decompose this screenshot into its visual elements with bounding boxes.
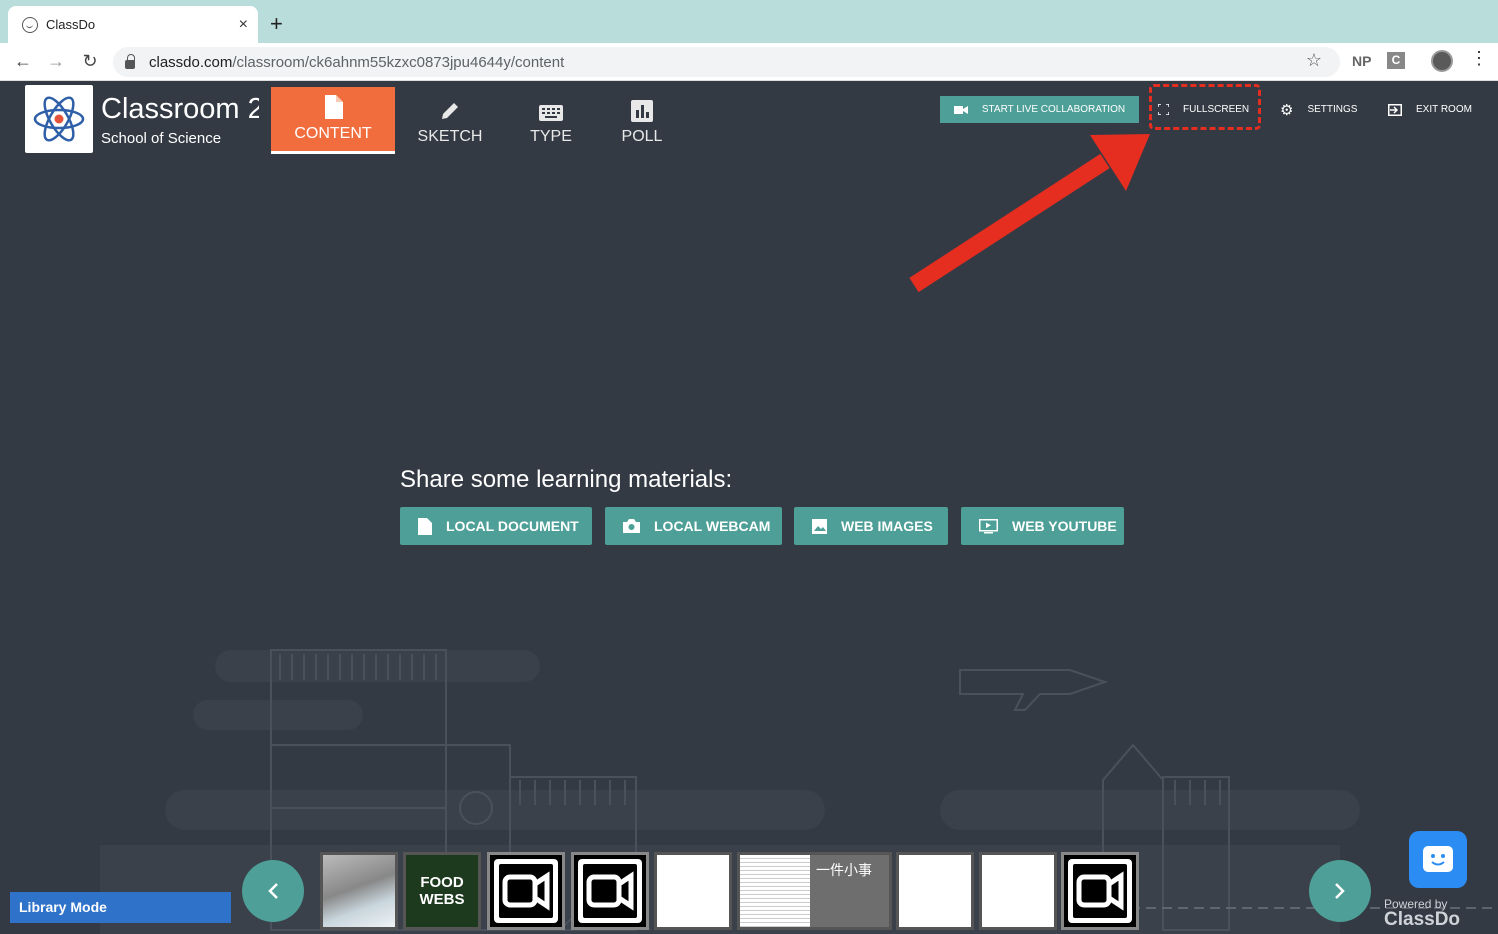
next-button[interactable] (1309, 860, 1371, 922)
room-subtitle: School of Science (101, 130, 222, 147)
classdo-favicon-icon (22, 16, 38, 33)
atom-logo-icon (25, 85, 93, 153)
chinese-doc-thumb-text: 一件小事 (816, 862, 872, 878)
extension-c[interactable]: C (1387, 52, 1405, 69)
web-images-button[interactable]: WEB IMAGES (794, 507, 948, 545)
browser-menu-icon[interactable]: ⋮ (1470, 48, 1488, 69)
browser-toolbar: ← → ↻ classdo.com /classroom/ck6ahnm55kz… (0, 43, 1498, 81)
file-icon (418, 517, 432, 535)
live-label: START LIVE COLLABORATION (981, 104, 1126, 115)
browser-tab-bar: ClassDo × + (0, 0, 1498, 43)
tab-title: ClassDo (46, 17, 96, 32)
tab-type[interactable]: TYPE (515, 87, 587, 154)
local-document-label: LOCAL DOCUMENT (446, 518, 579, 534)
tab-sketch-label: SKETCH (417, 128, 483, 145)
video-camera-icon (953, 105, 968, 114)
tab-type-label: TYPE (530, 128, 572, 145)
tab-close-icon[interactable]: × (239, 16, 248, 34)
web-youtube-label: WEB YOUTUBE (1012, 518, 1117, 534)
address-bar[interactable]: classdo.com /classroom/ck6ahnm55kzxc0873… (113, 47, 1340, 77)
tab-sketch[interactable]: SKETCH (414, 87, 486, 154)
web-images-label: WEB IMAGES (841, 518, 933, 534)
url-path: /classroom/ck6ahnm55kzxc0873jpu4644y/con… (232, 53, 565, 71)
library-thumbnail-document[interactable] (979, 852, 1057, 930)
back-arrow-icon[interactable]: ← (11, 49, 35, 73)
keyboard-icon (539, 105, 563, 121)
reload-icon[interactable]: ↻ (78, 49, 102, 73)
share-title: Share some learning materials: (400, 466, 733, 493)
gear-icon: ⚙ (1280, 101, 1294, 119)
food-webs-thumb-text: FOOD WEBS (419, 874, 465, 908)
library-thumbnail-document[interactable] (896, 852, 974, 930)
browser-tab[interactable]: ClassDo × (8, 6, 258, 43)
library-thumbnail-video[interactable] (571, 852, 649, 930)
tab-content-label: CONTENT (294, 125, 372, 142)
forward-arrow-icon[interactable]: → (44, 49, 68, 73)
library-thumbnail-food-webs[interactable]: FOOD WEBS (403, 852, 481, 930)
library-thumbnail-chinese-doc[interactable]: 一件小事 (737, 852, 892, 930)
library-mode-label[interactable]: Library Mode (10, 892, 231, 923)
library-thumbnail-video[interactable] (1061, 852, 1139, 930)
tab-poll-label: POLL (621, 128, 663, 145)
document-page-preview (740, 855, 810, 927)
tab-poll[interactable]: POLL (606, 87, 678, 154)
document-icon (325, 95, 343, 119)
profile-avatar[interactable] (1431, 50, 1453, 72)
image-icon (812, 518, 827, 534)
settings-label: SETTINGS (1307, 104, 1358, 115)
new-tab-button[interactable]: + (270, 10, 283, 38)
annotation-dashed-box (1149, 84, 1261, 130)
local-document-button[interactable]: LOCAL DOCUMENT (400, 507, 592, 545)
video-camera-icon (578, 859, 642, 923)
library-thumbnail-photo[interactable] (320, 852, 398, 930)
bookmark-star-icon[interactable]: ☆ (1306, 50, 1322, 71)
settings-button[interactable]: ⚙ SETTINGS (1280, 96, 1357, 123)
local-webcam-button[interactable]: LOCAL WEBCAM (605, 507, 782, 545)
exit-room-button[interactable]: EXIT ROOM (1388, 96, 1472, 123)
chat-support-button[interactable] (1409, 831, 1467, 888)
exit-label: EXIT ROOM (1416, 104, 1472, 115)
lock-icon (125, 53, 135, 69)
video-camera-icon (1068, 859, 1132, 923)
video-camera-icon (494, 859, 558, 923)
web-youtube-button[interactable]: WEB YOUTUBE (961, 507, 1124, 545)
chevron-right-icon (1335, 883, 1345, 899)
pencil-icon (442, 103, 458, 119)
library-thumbnail-video[interactable] (487, 852, 565, 930)
youtube-icon (979, 518, 998, 533)
exit-icon (1388, 103, 1402, 116)
smile-chat-icon (1423, 845, 1453, 872)
bar-chart-icon (631, 100, 653, 122)
local-webcam-label: LOCAL WEBCAM (654, 518, 771, 534)
chevron-left-icon (268, 883, 278, 899)
annotation-arrow-icon (909, 134, 1150, 293)
classdo-brand: ClassDo (1384, 909, 1461, 930)
camera-icon (623, 519, 640, 533)
tab-content[interactable]: CONTENT (271, 87, 395, 154)
extension-np[interactable]: NP (1352, 53, 1371, 69)
room-title: Classroom 2A (101, 93, 259, 125)
library-thumbnail-document[interactable] (654, 852, 732, 930)
url-host: classdo.com (149, 53, 233, 71)
previous-button[interactable] (242, 860, 304, 922)
start-live-collaboration-button[interactable]: START LIVE COLLABORATION (940, 96, 1139, 123)
